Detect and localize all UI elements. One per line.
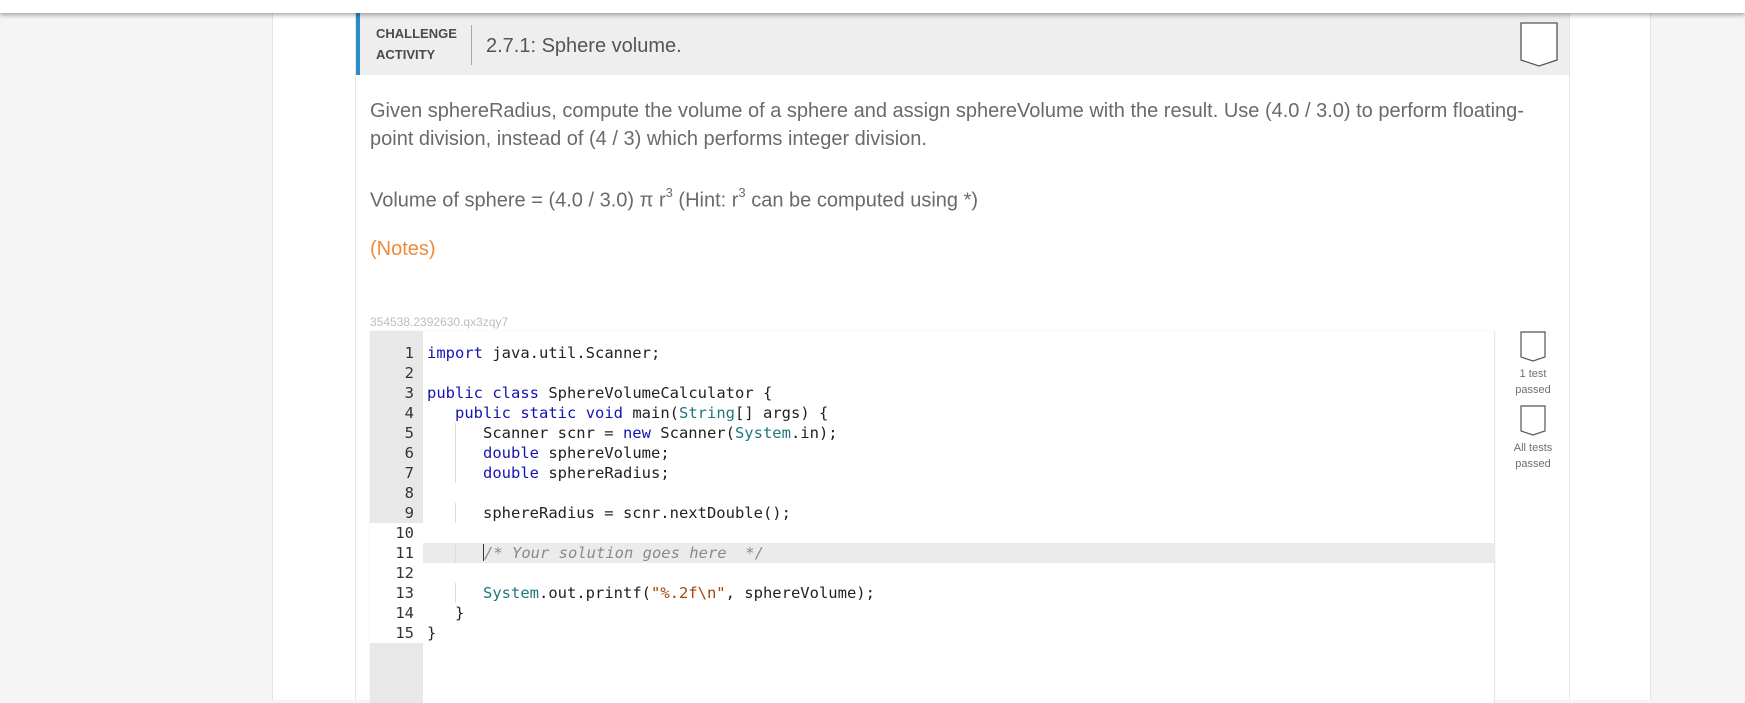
header-divider [471, 25, 472, 65]
code-text: } [427, 604, 465, 622]
line-number: 3 [404, 384, 414, 402]
code-text: double sphereVolume; [483, 444, 670, 462]
bookmark-outline-icon [1520, 22, 1558, 67]
code-line[interactable]: 15 } [370, 623, 1494, 643]
code-text: System.out.printf("%.2f\n", sphereVolume… [483, 584, 875, 602]
code-text: Scanner scnr = new Scanner(System.in); [427, 424, 838, 442]
exponent-2: 3 [738, 185, 746, 200]
line-number: 13 [370, 583, 423, 603]
code-line[interactable]: 8 [370, 483, 1494, 503]
type-token: System [483, 584, 539, 602]
line-number: 6 [404, 444, 414, 462]
code-lines[interactable]: 1 import java.util.Scanner; 2 3 public c… [370, 343, 1494, 643]
code-editor[interactable]: 1 import java.util.Scanner; 2 3 public c… [370, 331, 1495, 703]
test-status-all: All tests passed [1507, 405, 1559, 479]
activity-title: 2.7.1: Sphere volume. [486, 35, 682, 57]
code-line[interactable]: 9 sphereRadius = scnr.nextDouble(); [370, 503, 1494, 523]
activity-id: 354538.2392630.qx3zqy7 [370, 315, 509, 329]
test-status-outline-icon [1520, 331, 1546, 362]
test-status-label: All tests passed [1513, 442, 1553, 470]
activity-type-label: CHALLENGE ACTIVITY [376, 26, 457, 62]
code-text: public static void main(String[] args) { [455, 404, 829, 422]
keyword-token: double [483, 464, 539, 482]
line-number: 14 [370, 603, 423, 623]
comment-token: /* Your solution goes here */ [484, 544, 764, 562]
volume-formula: Volume of sphere = (4.0 / 3.0) π r3 (Hin… [370, 181, 1550, 215]
code-line[interactable]: 13 System.out.printf("%.2f\n", sphereVol… [370, 583, 1494, 603]
line-number: 11 [370, 543, 423, 563]
line-number: 1 [404, 344, 414, 362]
line-number: 15 [370, 623, 423, 643]
code-text: import java.util.Scanner; [427, 344, 661, 362]
code-line[interactable]: 14 } [370, 603, 1494, 623]
line-number: 5 [404, 424, 414, 442]
keyword-token: public [427, 384, 483, 402]
code-line[interactable]: 1 import java.util.Scanner; [370, 343, 1494, 363]
test-status-one: 1 test passed [1507, 331, 1559, 405]
activity-prompt: Given sphereRadius, compute the volume o… [370, 100, 1524, 150]
formula-part-2: (Hint: r [672, 189, 739, 212]
keyword-token: void [585, 404, 624, 422]
keyword-token: new [622, 424, 651, 442]
code-line[interactable]: 7 double sphereRadius; [370, 463, 1494, 483]
keyword-token: double [483, 444, 539, 462]
code-line[interactable]: 6 double sphereVolume; [370, 443, 1494, 463]
keyword-token: public [455, 404, 511, 422]
line-number: 10 [370, 523, 423, 543]
line-number: 12 [370, 563, 423, 583]
code-line[interactable]: 12 [370, 563, 1494, 583]
code-text: public class SphereVolumeCalculator { [427, 384, 773, 402]
code-line[interactable]: 10 [370, 523, 1494, 543]
code-text: sphereRadius = scnr.nextDouble(); [427, 504, 791, 522]
code-text: /* Your solution goes here */ [427, 543, 764, 563]
keyword-token: class [492, 384, 540, 402]
line-number: 4 [404, 404, 414, 422]
code-line[interactable]: 3 public class SphereVolumeCalculator { [370, 383, 1494, 403]
line-number: 2 [404, 364, 414, 382]
code-text: } [427, 624, 437, 642]
keyword-token: static [520, 404, 577, 422]
test-status-outline-icon [1520, 405, 1546, 436]
exponent-1: 3 [665, 185, 673, 200]
line-number: 9 [404, 504, 414, 522]
string-token: "%.2f\n" [650, 584, 726, 602]
top-bar-shadow [0, 0, 1745, 13]
challenge-activity: CHALLENGE ACTIVITY 2.7.1: Sphere volume.… [355, 13, 1570, 703]
code-line[interactable]: 5 Scanner scnr = new Scanner(System.in); [370, 423, 1494, 443]
test-status-label: 1 test passed [1515, 368, 1551, 396]
formula-part-1: Volume of sphere = (4.0 / 3.0) π r [370, 189, 666, 212]
code-text: double sphereRadius; [483, 464, 670, 482]
line-number: 8 [404, 484, 414, 502]
test-status-panel: 1 test passed All tests passed [1507, 331, 1559, 479]
notes-link[interactable]: (Notes) [370, 238, 436, 261]
line-number: 7 [404, 464, 414, 482]
keyword-token: import [427, 344, 483, 362]
type-token: String [679, 404, 736, 422]
formula-part-3: can be computed using *) [745, 189, 979, 212]
code-line[interactable]: 4 public static void main(String[] args)… [370, 403, 1494, 423]
active-code-line[interactable]: 11 /* Your solution goes here */ [370, 543, 1494, 563]
code-line[interactable]: 2 [370, 363, 1494, 383]
activity-header: CHALLENGE ACTIVITY 2.7.1: Sphere volume. [356, 13, 1569, 75]
type-token: System [734, 424, 791, 442]
